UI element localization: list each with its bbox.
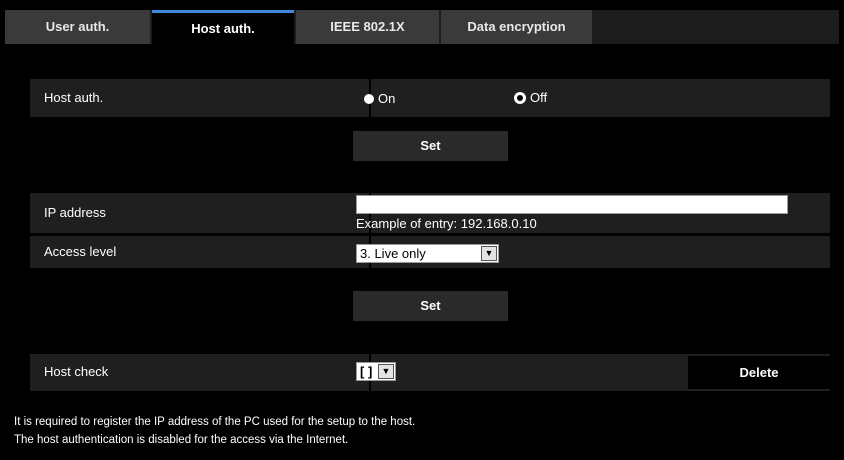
radio-selected-icon <box>514 91 526 104</box>
host-auth-on-radio[interactable]: On <box>364 91 395 106</box>
tab-ieee-8021x[interactable]: IEEE 802.1X <box>296 10 439 44</box>
access-level-label: Access level <box>44 244 117 259</box>
host-auth-label: Host auth. <box>44 90 104 105</box>
host-auth-on-label: On <box>378 91 396 106</box>
host-auth-set-button[interactable]: Set <box>353 131 508 161</box>
ip-address-input[interactable] <box>356 195 788 214</box>
ip-address-hint: Example of entry: 192.168.0.10 <box>356 216 537 231</box>
note-register-ip: It is required to register the IP addres… <box>14 416 416 428</box>
host-auth-row: Host auth. On Off <box>30 79 830 117</box>
host-check-label: Host check <box>44 364 109 379</box>
host-check-delete-button[interactable]: Delete <box>688 356 830 389</box>
tab-host-auth[interactable]: Host auth. <box>152 10 294 44</box>
access-level-value: 3. Live only <box>360 246 426 261</box>
host-check-value: [ ] <box>360 364 373 379</box>
chevron-down-icon: ▼ <box>378 364 394 379</box>
access-level-set-button[interactable]: Set <box>353 291 508 321</box>
host-check-select[interactable]: [ ] ▼ <box>356 362 396 381</box>
radio-unselected-icon <box>364 93 374 104</box>
tab-data-encryption[interactable]: Data encryption <box>441 10 592 44</box>
chevron-down-icon: ▼ <box>481 246 497 261</box>
access-level-select[interactable]: 3. Live only ▼ <box>356 244 499 263</box>
tab-user-auth[interactable]: User auth. <box>5 10 150 44</box>
host-auth-off-radio[interactable]: Off <box>514 90 547 105</box>
tab-bar: User auth. Host auth. IEEE 802.1X Data e… <box>5 10 839 44</box>
host-auth-off-label: Off <box>530 90 548 105</box>
ip-address-label: IP address <box>44 205 106 220</box>
note-internet-disabled: The host authentication is disabled for … <box>14 434 349 446</box>
